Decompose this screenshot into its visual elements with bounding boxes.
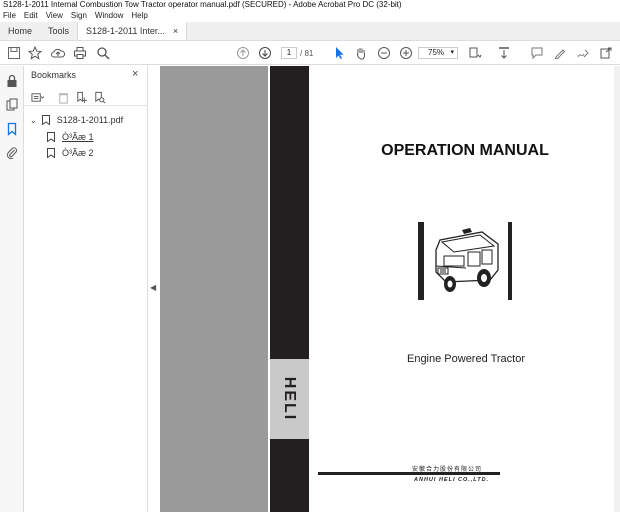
bookmark-item[interactable]: Ò³Ãæ 2 xyxy=(47,148,94,158)
zoom-select[interactable]: 75% xyxy=(418,47,458,59)
collapse-panel-icon[interactable]: ◀ xyxy=(150,283,156,292)
bookmark-panel-icon[interactable] xyxy=(5,122,19,136)
scroll-mode-icon[interactable] xyxy=(496,45,512,61)
tab-close-button[interactable]: × xyxy=(173,26,178,36)
upload-cloud-icon[interactable] xyxy=(50,45,66,61)
lock-icon[interactable] xyxy=(5,74,19,88)
cover-gray-panel xyxy=(160,66,268,512)
bookmark-item-label: Ò³Ãæ 1 xyxy=(62,132,94,142)
menu-edit[interactable]: Edit xyxy=(24,10,38,22)
search-icon[interactable] xyxy=(95,45,111,61)
bookmark-root-label: S128-1-2011.pdf xyxy=(56,115,124,125)
bookmark-item-label: Ò³Ãæ 2 xyxy=(62,148,94,158)
company-name-english: ANHUI HELI CO.,LTD. xyxy=(414,477,490,483)
star-icon[interactable] xyxy=(27,45,43,61)
bookmark-icon xyxy=(47,148,55,158)
sign-icon[interactable] xyxy=(575,45,591,61)
document-subtitle: Engine Powered Tractor xyxy=(406,353,525,365)
heli-logo: HELI xyxy=(281,376,299,422)
menu-bar: File Edit View Sign Window Help xyxy=(0,10,620,22)
toolbar: 1 / 81 75% xyxy=(0,41,620,65)
hand-tool-icon[interactable] xyxy=(353,45,369,61)
page-view-icon[interactable] xyxy=(467,45,483,61)
zoom-out-icon[interactable] xyxy=(376,45,392,61)
menu-view[interactable]: View xyxy=(46,10,63,22)
menu-sign[interactable]: Sign xyxy=(71,10,87,22)
tab-document-label: S128-1-2011 Inter... xyxy=(86,26,165,36)
previous-page-icon[interactable] xyxy=(235,45,251,61)
tractor-image xyxy=(435,228,499,292)
bookmarks-toolbar xyxy=(24,88,148,106)
tab-bar: Home Tools S128-1-2011 Inter... × xyxy=(0,22,620,41)
menu-help[interactable]: Help xyxy=(131,10,147,22)
pages-thumbnails-icon[interactable] xyxy=(5,98,19,112)
find-bookmark-icon[interactable] xyxy=(93,91,107,104)
chevron-down-icon[interactable]: ⌄ xyxy=(30,116,37,125)
bookmark-options-icon[interactable] xyxy=(31,91,45,104)
bookmark-icon xyxy=(47,132,55,142)
pen-icon[interactable] xyxy=(552,45,568,61)
comment-icon[interactable] xyxy=(529,45,545,61)
attachment-icon[interactable] xyxy=(5,146,19,160)
page-total-label: / 81 xyxy=(300,49,314,58)
tab-home[interactable]: Home xyxy=(0,22,40,40)
new-bookmark-icon[interactable] xyxy=(75,91,89,104)
bookmarks-title: Bookmarks xyxy=(31,70,77,80)
next-page-icon[interactable] xyxy=(257,45,273,61)
left-rail xyxy=(0,66,24,512)
tab-tools[interactable]: Tools xyxy=(40,22,77,40)
menu-window[interactable]: Window xyxy=(95,10,123,22)
bookmark-root[interactable]: ⌄ S128-1-2011.pdf xyxy=(30,115,123,125)
tab-document[interactable]: S128-1-2011 Inter... × xyxy=(77,22,188,40)
save-icon[interactable] xyxy=(6,45,22,61)
window-title: S128-1-2011 Internal Combustion Tow Trac… xyxy=(0,0,620,10)
page-number-input[interactable]: 1 xyxy=(281,47,297,59)
select-cursor-icon[interactable] xyxy=(331,45,347,61)
bookmarks-panel: Bookmarks × ⌄ S128-1-2011.pdf Ò³Ãæ 1 Ò³Ã… xyxy=(24,66,148,512)
footer-rule xyxy=(318,472,500,475)
cover-black-band xyxy=(270,66,309,512)
document-heading: OPERATION MANUAL xyxy=(381,142,549,159)
menu-file[interactable]: File xyxy=(3,10,16,22)
print-icon[interactable] xyxy=(72,45,88,61)
zoom-in-icon[interactable] xyxy=(398,45,414,61)
tractor-illustration xyxy=(418,222,512,300)
delete-bookmark-icon[interactable] xyxy=(57,91,71,104)
bookmark-icon xyxy=(41,115,50,125)
vertical-scrollbar[interactable] xyxy=(614,66,620,512)
share-icon[interactable] xyxy=(598,45,614,61)
bookmarks-close-button[interactable]: × xyxy=(132,68,138,80)
bookmark-item[interactable]: Ò³Ãæ 1 xyxy=(47,132,94,142)
